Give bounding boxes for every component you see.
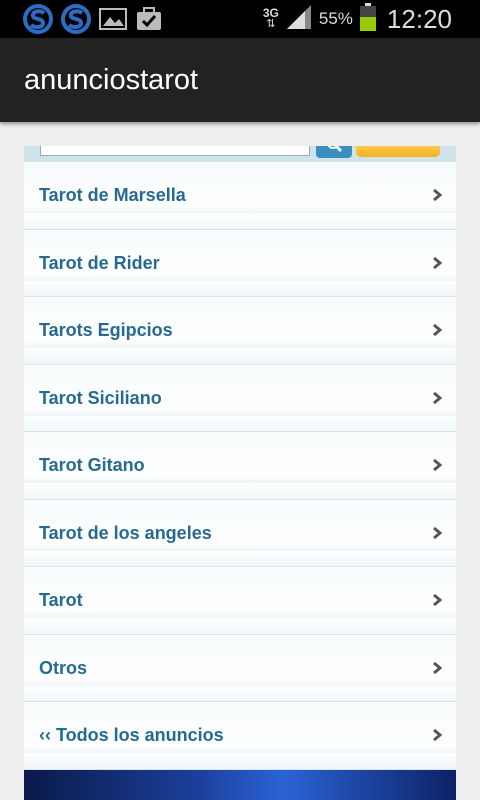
image-icon <box>98 6 128 37</box>
list-item-label: Otros <box>39 657 88 678</box>
chevron-right-icon <box>432 526 443 545</box>
list-item-label: Tarot de Rider <box>39 252 160 273</box>
chevron-right-icon <box>432 256 443 275</box>
status-bar: 3G ⇅ 55% 12:20 <box>0 0 480 38</box>
list-item-label: Tarot <box>39 590 83 610</box>
list-item-tarot-siciliano[interactable]: Tarot Siciliano <box>24 364 456 432</box>
list-item-tarot-de-los-angeles[interactable]: Tarot de los angeles <box>24 499 456 567</box>
chevron-right-icon <box>432 323 443 342</box>
chevron-right-icon <box>432 728 443 747</box>
network-indicator: 3G ⇅ <box>263 7 279 30</box>
list-item-tarot-de-rider[interactable]: Tarot de Rider <box>24 229 456 297</box>
list-item-tarot-de-marsella[interactable]: Tarot de Marsella <box>24 162 456 230</box>
app-s-icon <box>60 4 92 39</box>
list-item-label: Tarot de los angeles <box>39 522 212 543</box>
list-item-label: ‹‹ Todos los anuncios <box>39 725 224 745</box>
footer-banner-image[interactable] <box>24 770 456 800</box>
app-s-icon <box>22 4 54 39</box>
chevron-right-icon <box>432 458 443 477</box>
list-item-otros[interactable]: Otros <box>24 634 456 702</box>
battery-percent: 55% <box>318 9 353 28</box>
action-bar: anunciostarot <box>0 38 480 122</box>
chevron-right-icon <box>432 188 443 207</box>
search-icon <box>327 146 343 153</box>
list-item-tarots-egipcios[interactable]: Tarots Egipcios <box>24 297 456 365</box>
chevron-right-icon <box>432 391 443 410</box>
data-arrows-icon: ⇅ <box>266 18 276 30</box>
search-button[interactable] <box>316 146 352 158</box>
web-content: Tarot de Marsella Tarot de Rider Tarots … <box>24 146 456 800</box>
list-item-label: Tarot de Marsella <box>39 185 186 205</box>
list-item-tarot-gitano[interactable]: Tarot Gitano <box>24 432 456 500</box>
list-item-label: Tarot Siciliano <box>39 387 162 408</box>
notification-icons <box>22 4 164 39</box>
list-item-label: Tarot Gitano <box>39 455 145 475</box>
submit-button[interactable] <box>356 146 440 157</box>
chevron-right-icon <box>432 661 443 680</box>
search-bar <box>24 146 456 162</box>
clock: 12:20 <box>386 3 452 34</box>
battery-icon <box>359 2 377 37</box>
category-list: Tarot de Marsella Tarot de Rider Tarots … <box>24 162 456 770</box>
signal-icon <box>285 4 313 35</box>
chevron-right-icon <box>432 593 443 612</box>
list-item-tarot[interactable]: Tarot <box>24 567 456 635</box>
system-icons: 3G ⇅ 55% 12:20 <box>263 0 452 38</box>
search-input[interactable] <box>40 146 310 156</box>
list-item-todos-los-anuncios[interactable]: ‹‹ Todos los anuncios <box>24 702 456 770</box>
app-title: anunciostarot <box>24 64 199 96</box>
briefcase-check-icon <box>134 5 164 38</box>
list-item-label: Tarots Egipcios <box>39 320 173 340</box>
